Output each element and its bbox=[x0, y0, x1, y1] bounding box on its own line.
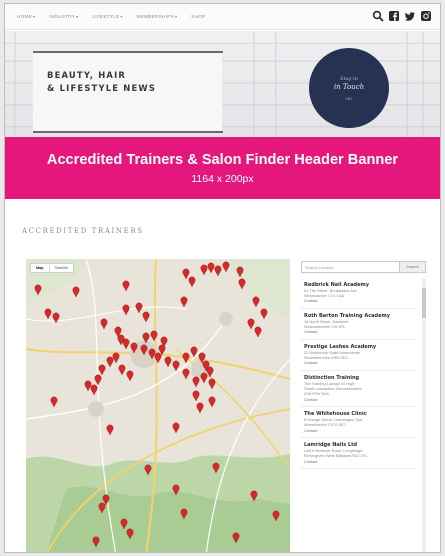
header-banner-placeholder: Accredited Trainers & Salon Finder Heade… bbox=[5, 137, 440, 199]
nav-item-memberships[interactable]: MEMBERSHIPS▾ bbox=[137, 14, 178, 19]
scroll-thumb[interactable] bbox=[422, 288, 426, 318]
hero-title: BEAUTY, HAIR & LIFESTYLE NEWS bbox=[47, 70, 157, 93]
instagram-icon[interactable] bbox=[420, 10, 432, 22]
map-tab-satellite[interactable]: Satellite bbox=[48, 264, 74, 272]
logo-text-line3: HBT bbox=[345, 96, 353, 101]
nav-item-home[interactable]: HOME▾ bbox=[17, 14, 35, 19]
nav-item-industry[interactable]: INDUSTRY▾ bbox=[49, 14, 78, 19]
results-scrollbar[interactable] bbox=[422, 278, 426, 552]
contact-link[interactable]: Contact bbox=[304, 459, 413, 465]
search-button[interactable]: Search bbox=[400, 261, 426, 273]
nav-item-shop[interactable]: SHOP bbox=[191, 14, 205, 19]
map-type-tabs: Map Satellite bbox=[30, 263, 75, 273]
location-search-input[interactable]: Search Location bbox=[301, 261, 400, 273]
contact-link[interactable]: Contact bbox=[304, 298, 413, 304]
nav-item-lifestyle[interactable]: LIFESTYLE▾ bbox=[92, 14, 122, 19]
social-icons bbox=[372, 10, 432, 22]
hero-banner: BEAUTY, HAIR & LIFESTYLE NEWS Stay in in… bbox=[5, 31, 440, 137]
map-canvas[interactable] bbox=[26, 259, 290, 553]
logo-text-line1: Stay in bbox=[340, 75, 358, 82]
list-item[interactable]: Lamridge Nails Ltd Unit 6 Mortimer Road, … bbox=[301, 438, 416, 470]
contact-link[interactable]: Contact bbox=[304, 397, 413, 403]
contact-link[interactable]: Contact bbox=[304, 329, 413, 335]
list-item[interactable]: Roth Barton Training Academy 16 North Str… bbox=[301, 309, 416, 340]
map-tab-map[interactable]: Map bbox=[31, 264, 49, 272]
top-navigation: HOME▾ INDUSTRY▾ LIFESTYLE▾ MEMBERSHIPS▾ … bbox=[5, 4, 440, 30]
brand-logo[interactable]: Stay in in Touch HBT bbox=[309, 48, 389, 128]
facebook-icon[interactable] bbox=[388, 10, 400, 22]
browser-frame: HOME▾ INDUSTRY▾ LIFESTYLE▾ MEMBERSHIPS▾ … bbox=[4, 3, 441, 553]
results-list: Redbrick Nail Academy 61 The Street, Broa… bbox=[301, 278, 416, 552]
hero-top-rule bbox=[33, 51, 223, 53]
search-icon[interactable] bbox=[372, 10, 384, 22]
location-search: Search Location Search bbox=[301, 261, 426, 273]
list-item[interactable]: Distinction Training The Training Lounge … bbox=[301, 371, 416, 408]
contact-link[interactable]: Contact bbox=[304, 360, 413, 366]
contact-link[interactable]: Contact bbox=[304, 428, 413, 434]
section-title: ACCREDITED TRAINERS bbox=[22, 227, 144, 235]
hero-bottom-rule bbox=[33, 131, 223, 133]
list-item[interactable]: The Whitehouse Clinic 8 Orange Street, Le… bbox=[301, 407, 416, 439]
list-item[interactable]: Redbrick Nail Academy 61 The Street, Broa… bbox=[301, 278, 416, 309]
banner-size: 1164 x 200px bbox=[191, 173, 254, 185]
trainers-map[interactable]: Map Satellite bbox=[26, 259, 290, 553]
logo-text-line2: in Touch bbox=[333, 82, 365, 91]
list-item[interactable]: Prestige Lashes Academy 22 Westbrook Road… bbox=[301, 340, 416, 371]
twitter-icon[interactable] bbox=[404, 10, 416, 22]
trainer-listing: Search Location Search Redbrick Nail Aca… bbox=[301, 261, 426, 552]
banner-title: Accredited Trainers & Salon Finder Heade… bbox=[46, 152, 399, 168]
